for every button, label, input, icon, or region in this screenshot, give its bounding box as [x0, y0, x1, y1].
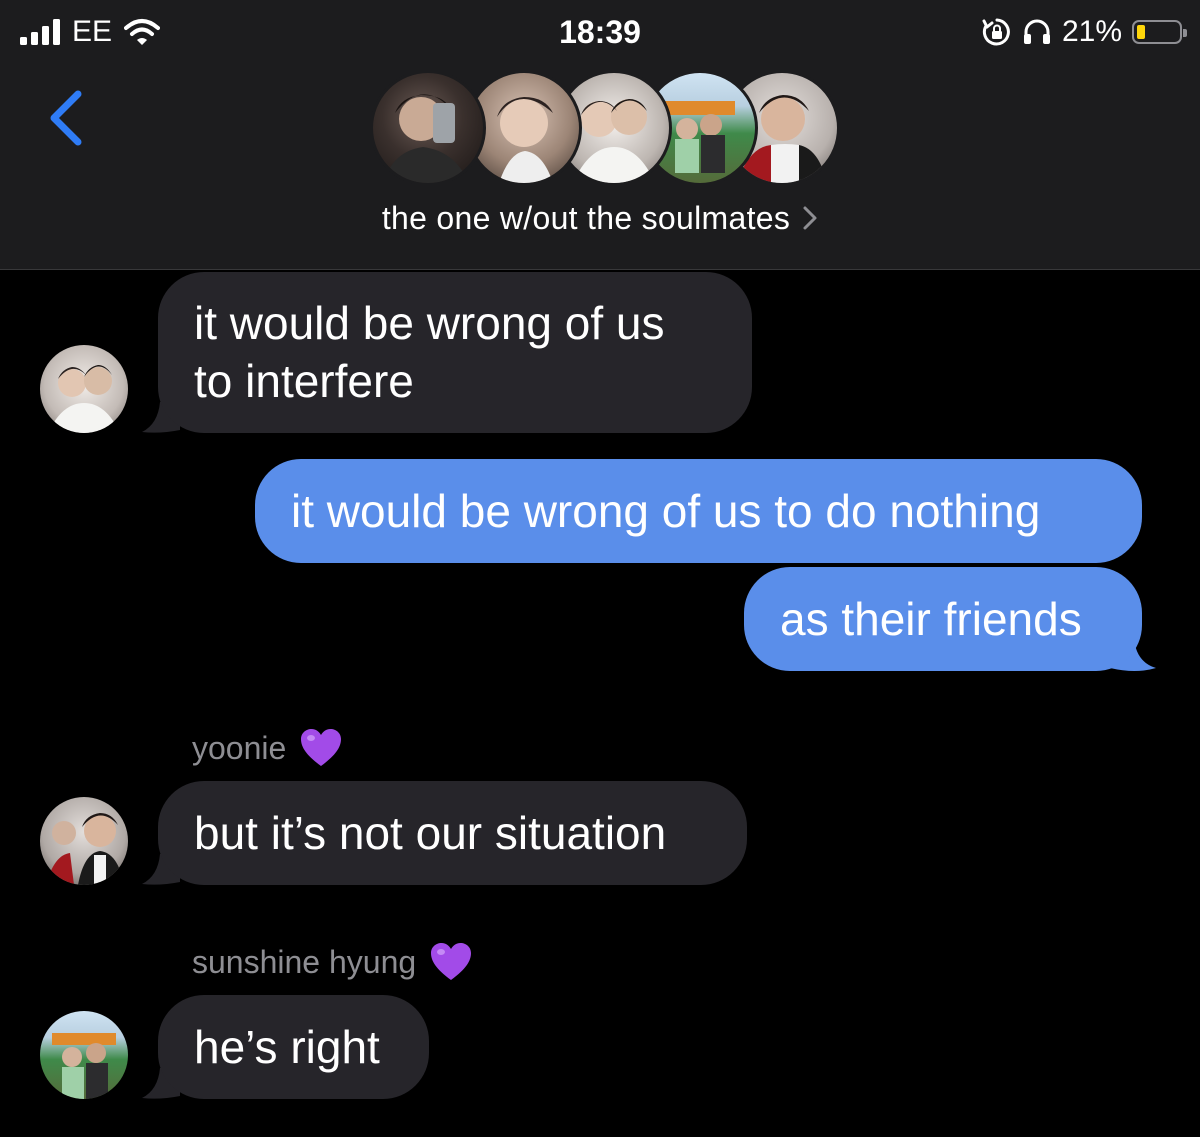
sender-name-text: sunshine hyung [192, 943, 417, 980]
battery-level-fill [1137, 25, 1145, 39]
status-bar-right: 21% [982, 10, 1187, 54]
battery-icon [1132, 20, 1187, 44]
message-bubble-outgoing[interactable]: as their friends [744, 567, 1142, 671]
sender-avatar[interactable] [40, 345, 128, 433]
group-title: the one w/out the soulmates [381, 199, 791, 236]
group-avatars[interactable] [370, 70, 840, 186]
sender-name-text: yoonie [192, 729, 287, 766]
chevron-right-icon [803, 206, 817, 230]
message-text: as their friends [780, 593, 1082, 645]
rotation-lock-icon [982, 18, 1010, 46]
message-bubble-incoming[interactable]: but it’s not our situation [158, 781, 747, 885]
headphones-icon [1023, 19, 1050, 44]
message-bubble-incoming[interactable]: it would be wrong of us to interfere [158, 272, 752, 433]
message-bubble-outgoing[interactable]: it would be wrong of us to do nothing [255, 459, 1142, 563]
message-text: he’s right [194, 1021, 380, 1073]
group-info-button[interactable]: the one w/out the soulmates [0, 198, 1200, 238]
back-button[interactable] [40, 80, 100, 156]
message-text: but it’s not our situation [194, 807, 667, 859]
sender-name: yoonie [192, 727, 342, 769]
conversation-header: EE 18:39 21% the one w/out the soulmates [0, 0, 1200, 270]
chevron-left-icon [50, 90, 82, 146]
sender-name: sunshine hyung [192, 941, 472, 983]
message-text-line: to interfere [194, 355, 414, 407]
group-member-avatar [370, 70, 486, 186]
sender-avatar[interactable] [40, 797, 128, 885]
sender-avatar[interactable] [40, 1011, 128, 1099]
battery-percent: 21% [1061, 15, 1122, 48]
message-text: it would be wrong of us to do nothing [291, 485, 1041, 537]
purple-heart-icon [301, 729, 342, 766]
message-bubble-incoming[interactable]: he’s right [158, 995, 429, 1099]
purple-heart-icon [431, 943, 472, 980]
message-text-line: it would be wrong of us [194, 297, 665, 349]
